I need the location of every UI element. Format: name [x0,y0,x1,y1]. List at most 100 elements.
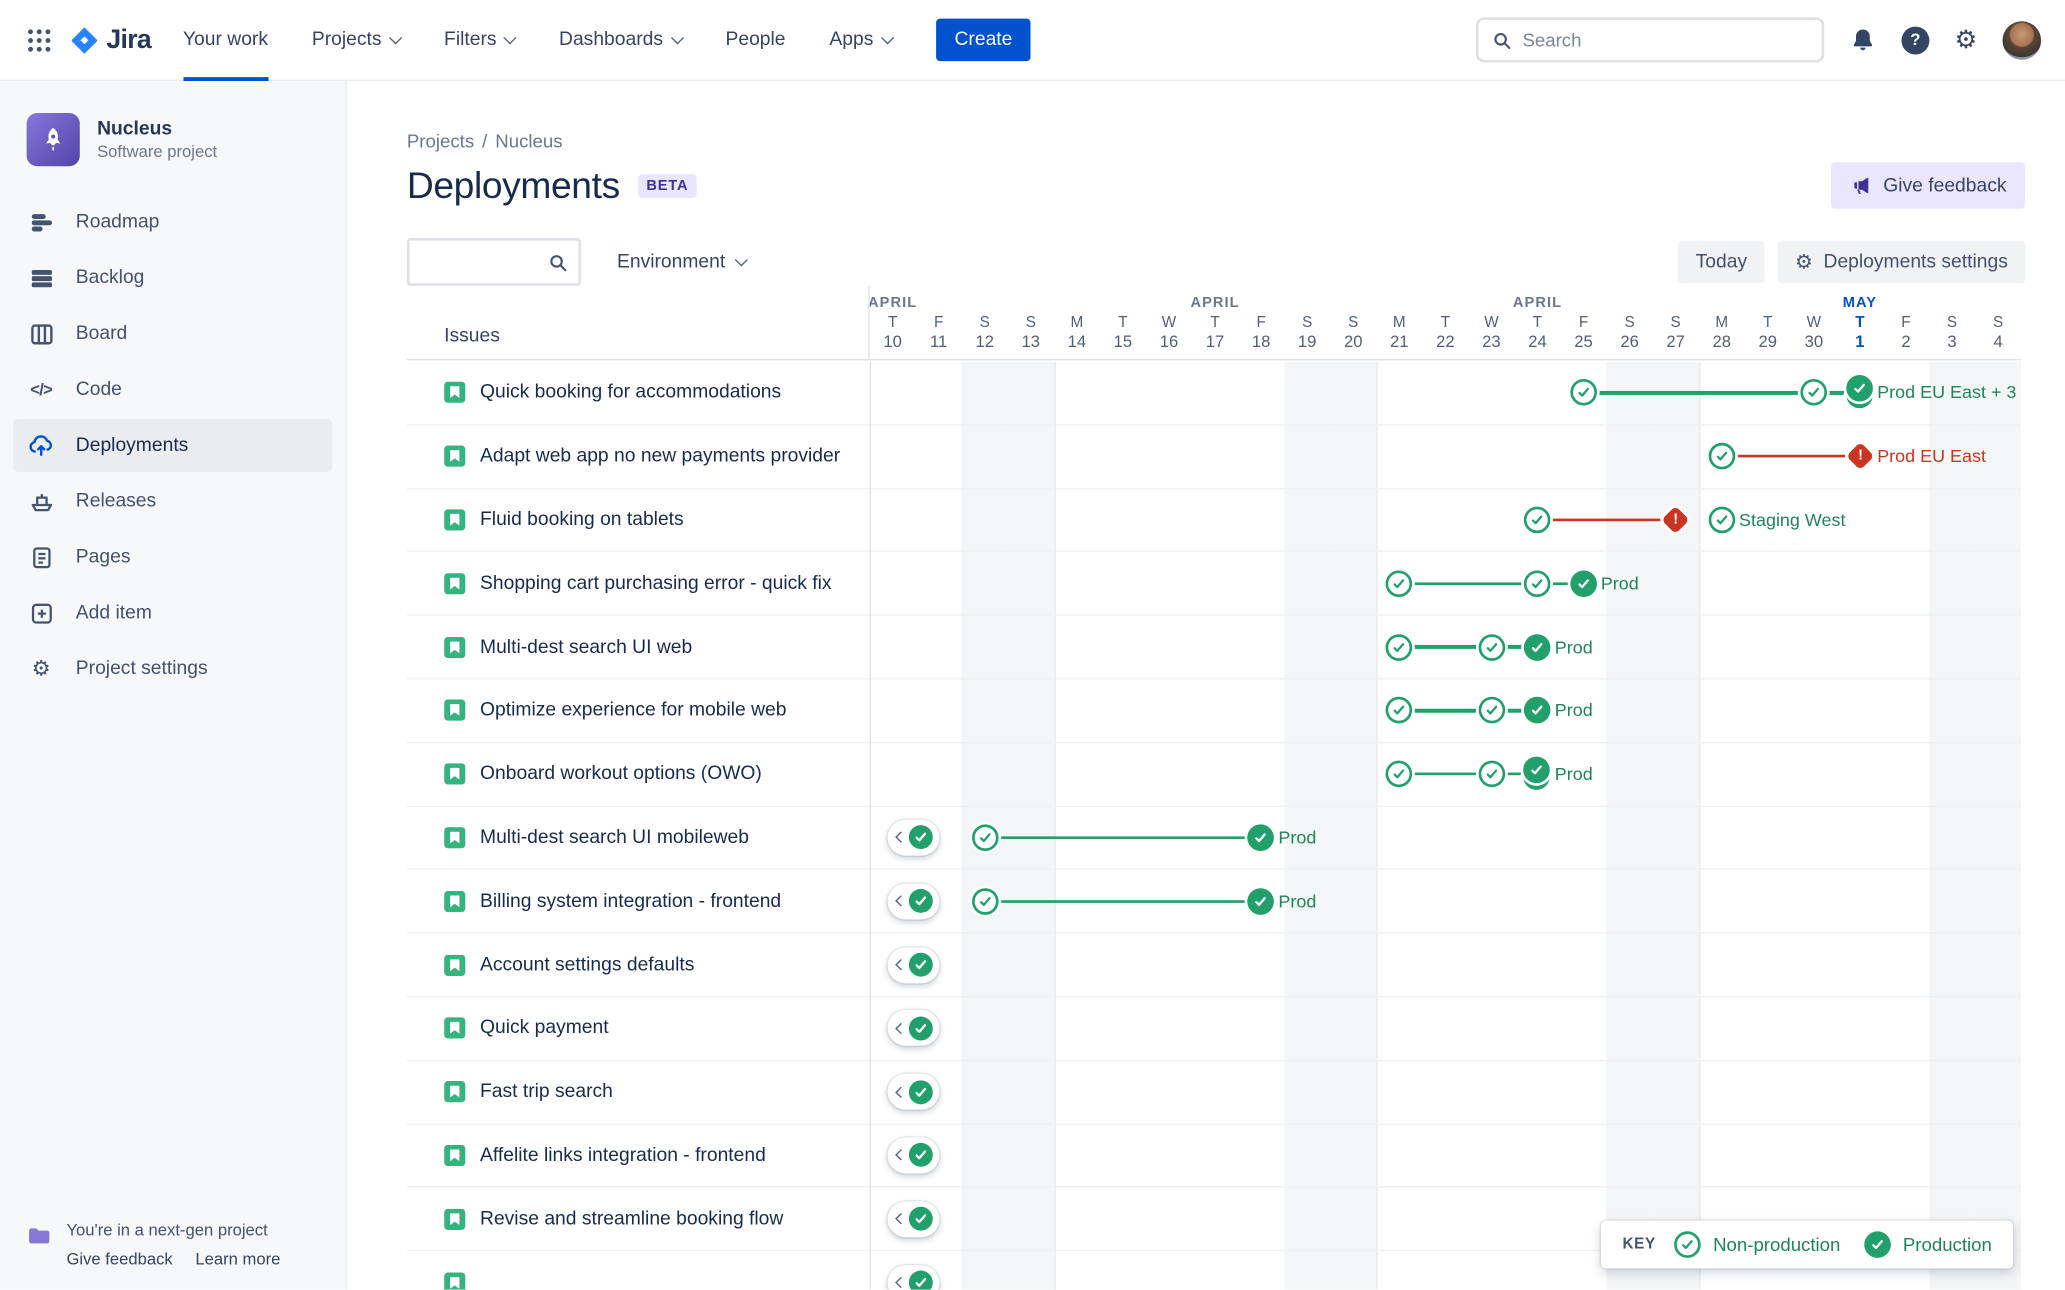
day-letter: S [1670,315,1681,332]
day-number: 4 [1993,332,2003,352]
collapsed-deployments-pill[interactable] [887,1073,940,1110]
nav-item-dashboards[interactable]: Dashboards [559,0,684,80]
deployment-check-icon[interactable] [1708,443,1736,470]
issue-label-cell[interactable]: Adapt web app no new payments provider [407,425,870,487]
global-search-input[interactable] [1522,29,1809,51]
gear-icon[interactable]: ⚙ [1955,27,1978,52]
deployment-check-icon[interactable] [1524,506,1551,534]
issue-label-cell[interactable]: Quick booking for accommodations [407,362,870,424]
sidebar-item-deployments[interactable]: Deployments [13,418,333,473]
timeline-day-header: W 30 [1791,315,1837,351]
chevron-left-icon [895,895,907,907]
deployment-check-icon[interactable] [1708,506,1736,534]
issue-label-cell[interactable]: Multi-dest search UI web [407,616,870,678]
issue-summary: Revise and streamline booking flow [480,1208,784,1230]
give-feedback-button[interactable]: Give feedback [1831,162,2026,209]
story-icon [444,1271,466,1290]
jira-logo[interactable]: Jira [69,25,152,56]
collapsed-deployments-pill[interactable] [887,819,940,856]
deployment-check-icon[interactable] [1570,570,1597,597]
environment-dropdown[interactable]: Environment [617,251,749,273]
issue-label-cell[interactable]: Multi-dest search UI mobileweb [407,807,870,869]
issue-label-cell[interactable]: Quick payment [407,997,870,1059]
sidebar-item-pages[interactable]: Pages [13,531,332,584]
deployment-check-icon[interactable] [1800,379,1828,407]
issue-label-cell[interactable]: Fast trip search [407,1061,870,1123]
collapsed-deployments-pill[interactable] [887,946,940,983]
day-letter: F [934,315,944,332]
deployment-check-icon[interactable] [1247,824,1275,851]
deployment-check-icon[interactable] [1386,697,1413,724]
issue-label-cell[interactable]: Affelite links integration - frontend [407,1124,870,1186]
day-letter: W [1161,315,1177,332]
global-search[interactable] [1475,17,1825,63]
notifications-bell-icon[interactable] [1850,27,1877,54]
issue-label-cell[interactable]: Optimize experience for mobile web [407,679,870,741]
issue-summary: Quick booking for accommodations [480,382,782,404]
deployment-check-icon[interactable] [1386,633,1413,661]
issue-label-cell[interactable]: Account settings defaults [407,934,870,996]
give-feedback-link[interactable]: Give feedback [66,1250,172,1269]
project-header[interactable]: Nucleus Software project [0,81,346,187]
jira-app: Jira Your work Projects Filters Dashboards P… [0,0,2065,1290]
collapsed-deployments-pill[interactable] [887,1201,940,1237]
deployments-settings-button[interactable]: ⚙ Deployments settings [1777,240,2026,284]
deployment-check-icon[interactable] [971,824,999,851]
breadcrumb-nucleus[interactable]: Nucleus [495,130,562,151]
issue-label-cell[interactable]: Revise and streamline booking flow [407,1188,870,1250]
issue-label-cell[interactable] [407,1251,870,1290]
top-navigation: Jira Your work Projects Filters Dashboards P… [0,0,2065,82]
today-button[interactable]: Today [1678,240,1765,284]
issue-label-cell[interactable]: Shopping cart purchasing error - quick f… [407,552,870,614]
deployment-check-stack-icon[interactable] [1523,756,1552,792]
nav-item-apps[interactable]: Apps [829,0,894,80]
deployment-check-icon[interactable] [1478,697,1505,724]
nav-item-your-work[interactable]: Your work [183,0,268,80]
breadcrumb-projects[interactable]: Projects [407,130,474,151]
app-switcher-grid-icon[interactable] [19,20,59,60]
deployment-check-icon[interactable] [1478,633,1505,661]
story-icon [444,382,466,404]
deployment-check-icon[interactable] [1570,379,1597,407]
sidebar-item-board[interactable]: Board [13,307,332,360]
learn-more-link[interactable]: Learn more [195,1250,280,1269]
deployment-check-icon[interactable] [1386,570,1413,597]
deployment-check-icon[interactable] [1524,570,1551,597]
nav-item-projects[interactable]: Projects [312,0,403,80]
deployment-check-icon[interactable] [1524,697,1551,724]
user-avatar[interactable] [2002,20,2042,60]
issue-label-cell[interactable]: Onboard workout options (OWO) [407,743,870,805]
deployment-error-icon[interactable]: ! [1845,442,1875,471]
help-icon[interactable]: ? [1901,25,1930,54]
filter-search[interactable] [406,238,582,286]
filter-search-input[interactable] [420,251,548,273]
deployment-check-stack-icon[interactable] [1845,375,1874,410]
collapsed-deployments-pill[interactable] [887,1010,940,1047]
timeline-day-header: T 24 [1514,315,1560,351]
deployment-check-icon[interactable] [1524,633,1551,661]
deployment-check-icon[interactable] [1247,887,1275,915]
project-avatar-rocket-icon [26,113,80,167]
issue-label-cell[interactable]: Billing system integration - frontend [407,870,870,932]
deployment-error-icon[interactable]: ! [1661,505,1690,534]
nav-item-filters[interactable]: Filters [444,0,518,80]
sidebar-item-roadmap[interactable]: Roadmap [13,195,332,248]
sidebar-item-code[interactable]: </> Code [13,363,332,416]
main-content: Projects / Nucleus Deployments BETA Give… [347,81,2065,1290]
sidebar-item-project-settings[interactable]: ⚙ Project settings [13,642,332,695]
timeline-day-header: S 12 [962,315,1008,351]
sidebar-item-backlog[interactable]: Backlog [13,251,332,304]
issue-label-cell[interactable]: Fluid booking on tablets [407,489,870,551]
day-letter: T [1118,315,1128,332]
collapsed-deployments-pill[interactable] [887,1137,940,1174]
collapsed-deployments-pill[interactable] [887,883,940,920]
create-button[interactable]: Create [935,18,1031,62]
deployment-check-icon[interactable] [1478,760,1505,788]
sidebar-item-releases[interactable]: Releases [13,475,332,528]
collapsed-deployments-pill[interactable] [887,1264,940,1290]
sidebar-item-add-item[interactable]: Add item [13,586,332,639]
search-icon [548,252,568,272]
nav-item-people[interactable]: People [725,0,785,80]
deployment-check-icon[interactable] [1386,760,1413,788]
deployment-check-icon[interactable] [971,887,999,915]
